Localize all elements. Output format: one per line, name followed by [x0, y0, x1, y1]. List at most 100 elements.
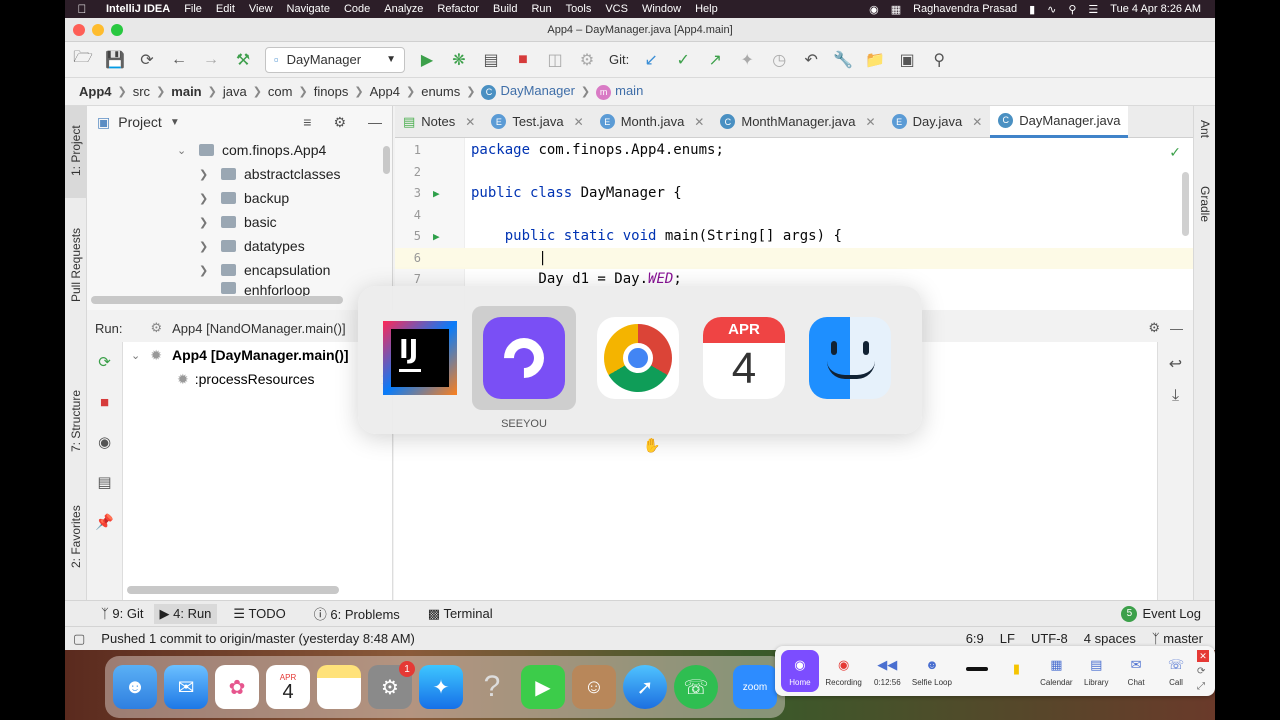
line-separator[interactable]: LF	[1000, 631, 1015, 646]
git-rollback-icon[interactable]: ↶	[801, 50, 821, 70]
menu-refactor[interactable]: Refactor	[430, 3, 486, 15]
recorder-timer[interactable]: ◀◀ 0:12:56	[868, 656, 906, 687]
settings-wrench-icon[interactable]: 🔧	[833, 50, 853, 70]
soft-wrap-icon[interactable]: ↩	[1158, 348, 1193, 380]
code-line-current[interactable]: 6 |	[395, 247, 1193, 269]
breadcrumb-item[interactable]: App4	[79, 84, 112, 99]
git-commit-icon[interactable]: ✓	[673, 50, 693, 70]
photos-icon[interactable]: ✿	[215, 665, 259, 709]
terminal-window-icon[interactable]: ▣	[897, 50, 917, 70]
tree-item-package[interactable]: ⌄ com.finops.App4	[87, 138, 392, 162]
close-icon[interactable]: ✕	[694, 115, 704, 129]
editor-scrollbar[interactable]	[1182, 172, 1189, 236]
apple-icon[interactable]: 	[65, 2, 99, 16]
ant-tool-tab[interactable]: Ant	[1198, 120, 1212, 138]
recorder-library-button[interactable]: ▤ Library	[1077, 656, 1115, 687]
menu-clock[interactable]: Tue 4 Apr 8:26 AM	[1104, 3, 1207, 15]
recorder-call-button[interactable]: ☏ Call	[1157, 656, 1195, 687]
vertical-scrollbar[interactable]	[383, 146, 390, 174]
pin-icon[interactable]: 📌	[87, 502, 122, 542]
run-gutter-icon[interactable]: ▶	[433, 226, 440, 248]
expand-icon[interactable]: ⤢	[1197, 681, 1209, 692]
battery-icon[interactable]: ▮	[1023, 3, 1041, 16]
stop-icon[interactable]: ■	[87, 382, 122, 422]
indent-setting[interactable]: 4 spaces	[1084, 631, 1136, 646]
hide-panel-icon[interactable]: —	[368, 114, 382, 130]
chevron-right-icon[interactable]: ❯	[199, 168, 213, 181]
horizontal-scrollbar[interactable]	[127, 586, 339, 594]
coverage-icon[interactable]: ▤	[481, 50, 501, 70]
system-settings-icon[interactable]: ⚙ 1	[368, 661, 415, 709]
menu-file[interactable]: File	[177, 3, 209, 15]
tree-item-folder[interactable]: enhforloop	[87, 282, 392, 296]
notes-icon[interactable]	[317, 665, 361, 709]
gear-icon[interactable]: ⚙	[1148, 320, 1160, 336]
forward-arrow-icon[interactable]: →	[201, 50, 221, 70]
recorder-notes-button[interactable]: ▮	[998, 660, 1036, 682]
calendar-icon[interactable]: APR 4	[266, 665, 310, 709]
chevron-right-icon[interactable]: ❯	[199, 240, 213, 253]
recorder-calendar-button[interactable]: ▦ Calendar	[1037, 656, 1075, 687]
tab-month-java[interactable]: E Month.java ✕	[592, 106, 713, 138]
menu-run[interactable]: Run	[524, 3, 558, 15]
recorder-pen-button[interactable]	[958, 660, 996, 682]
tab-monthmanager-java[interactable]: C MonthManager.java ✕	[712, 106, 883, 138]
horizontal-scrollbar[interactable]	[91, 296, 343, 304]
zoom-window-button[interactable]	[111, 24, 123, 36]
code-editor[interactable]: 1 package com.finops.App4.enums; 2 3 ▶ p…	[395, 138, 1193, 310]
git-push-icon[interactable]: ↗	[705, 50, 725, 70]
menu-window[interactable]: Window	[635, 3, 688, 15]
breadcrumb-item[interactable]: com	[268, 84, 293, 99]
run-prev-tab[interactable]: App4 [NandOManager.main()]	[172, 321, 345, 336]
build-hammer-icon[interactable]: ⚒	[233, 50, 253, 70]
switcher-app-seeyou[interactable]	[472, 306, 576, 410]
chevron-right-icon[interactable]: ❯	[199, 192, 213, 205]
menu-tools[interactable]: Tools	[559, 3, 599, 15]
breadcrumb-method[interactable]: m main	[596, 83, 643, 100]
structure-tool-tab[interactable]: 7: Structure	[69, 390, 83, 452]
app-store-icon[interactable]: ✦	[419, 665, 463, 709]
search-icon[interactable]: ⚲	[929, 50, 949, 70]
git-history-icon[interactable]: ◷	[769, 50, 789, 70]
sync-icon[interactable]: ⟳	[137, 50, 157, 70]
tree-item-folder[interactable]: ❯ encapsulation	[87, 258, 392, 282]
event-log-tool-tab[interactable]: 5 Event Log	[1121, 605, 1201, 622]
run-configuration-select[interactable]: ▫ DayManager ▼	[265, 46, 405, 73]
menu-user-name[interactable]: Raghavendra Prasad	[907, 3, 1023, 15]
menu-view[interactable]: View	[242, 3, 280, 15]
tree-item-folder[interactable]: ❯ backup	[87, 186, 392, 210]
chevron-down-icon[interactable]: ⌄	[177, 144, 191, 157]
run-tree-task[interactable]: ✹ :processResources 1	[123, 368, 392, 390]
open-folder-icon[interactable]: 🗁	[73, 49, 93, 70]
switcher-app-finder[interactable]	[798, 306, 902, 410]
close-icon[interactable]: ✕	[972, 115, 982, 129]
zoom-icon[interactable]: zoom	[733, 665, 777, 709]
chevron-down-icon[interactable]: ▼	[170, 117, 180, 128]
git-update-icon[interactable]: ↙	[641, 50, 661, 70]
tree-item-folder[interactable]: ❯ basic	[87, 210, 392, 234]
file-encoding[interactable]: UTF-8	[1031, 631, 1068, 646]
menu-app-name[interactable]: IntelliJ IDEA	[99, 3, 177, 15]
menu-analyze[interactable]: Analyze	[377, 3, 430, 15]
gradle-tool-tab[interactable]: Gradle	[1198, 186, 1212, 222]
breadcrumb-item[interactable]: App4	[370, 84, 400, 99]
chevron-right-icon[interactable]: ❯	[199, 264, 213, 277]
hide-panel-icon[interactable]: —	[1170, 321, 1183, 336]
breadcrumb-item[interactable]: enums	[421, 84, 460, 99]
menu-build[interactable]: Build	[486, 3, 524, 15]
git-merge-icon[interactable]: ✦	[737, 50, 757, 70]
help-icon[interactable]: ?	[470, 665, 514, 709]
save-icon[interactable]: 💾	[105, 50, 125, 70]
menu-vcs[interactable]: VCS	[598, 3, 635, 15]
contacts-icon[interactable]: ☺	[572, 665, 616, 709]
run-tool-tab[interactable]: ▶ 4: Run	[153, 603, 218, 624]
switcher-app-chrome[interactable]	[586, 306, 690, 410]
stop-icon[interactable]: ■	[513, 50, 533, 70]
recorder-chat-button[interactable]: ✉ Chat	[1117, 656, 1155, 687]
code-line[interactable]: 4	[395, 205, 1193, 227]
tab-daymanager-java[interactable]: C DayManager.java	[990, 105, 1129, 138]
toggle-panels-icon[interactable]: ▢	[73, 631, 85, 647]
facetime-icon[interactable]: ▶	[521, 665, 565, 709]
close-icon[interactable]: ✕	[866, 115, 876, 129]
close-icon[interactable]: ✕	[1197, 650, 1209, 662]
